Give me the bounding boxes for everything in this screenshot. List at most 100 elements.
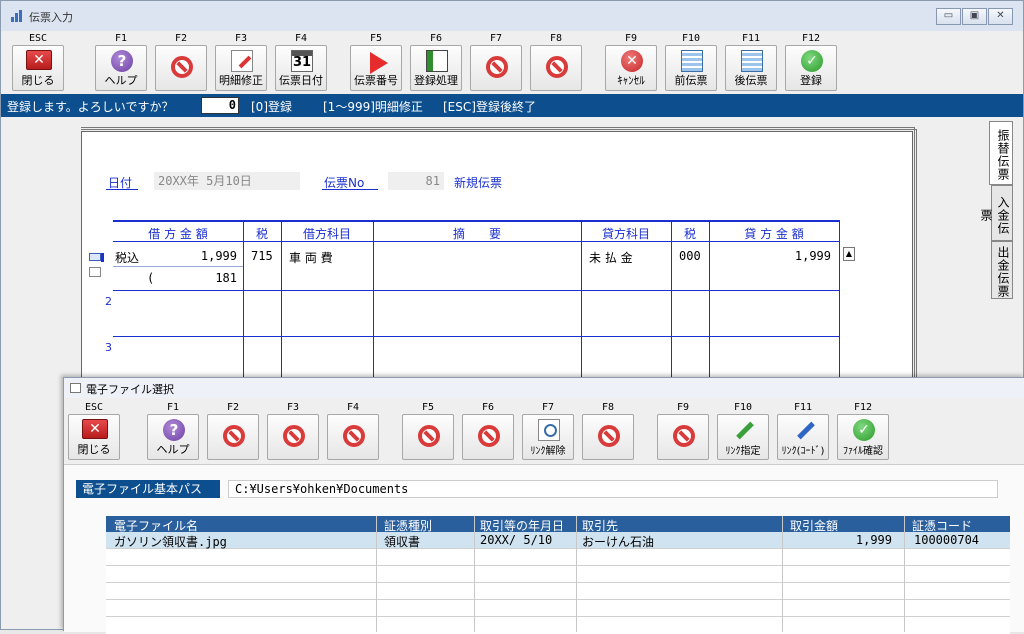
base-path-field[interactable]: C:¥Users¥ohken¥Documents [228, 480, 998, 498]
dialog-title: 電子ファイル選択 [86, 383, 174, 396]
dlg-fkey-f9[interactable]: F9 [655, 400, 711, 462]
dlg-f9-button[interactable] [657, 414, 709, 460]
fkey-f2[interactable]: F2 [153, 31, 209, 93]
table-row[interactable] [106, 617, 1010, 634]
file-check-button[interactable]: ✓ ﾌｧｲﾙ確認 [837, 414, 889, 460]
credit-account[interactable]: 未 払 金 [589, 249, 633, 266]
dlg-f3-button[interactable] [267, 414, 319, 460]
fkey-f10[interactable]: F10 前伝票 [663, 31, 719, 93]
date-field[interactable]: 20XX年 5月10日 [154, 172, 300, 190]
dlg-f6-button[interactable] [462, 414, 514, 460]
tab-withdrawal-voucher[interactable]: 出金伝票 [991, 241, 1013, 299]
dialog-close-button[interactable]: ✕ 閉じる [68, 414, 120, 460]
pencil-icon[interactable] [89, 267, 101, 277]
link-code-button[interactable]: ﾘﾝｸ(ｺｰﾄﾞ) [777, 414, 829, 460]
dlg-fkey-f12[interactable]: F12 ✓ ﾌｧｲﾙ確認 [835, 400, 891, 462]
evidence-type: 領収書 [384, 535, 421, 549]
fkey-f12[interactable]: F12 ✓ 登録 [783, 31, 839, 93]
prompt-hint-edit: [1～999]明細修正 [323, 100, 423, 114]
tab-transfer-voucher[interactable]: 振替伝票 [989, 121, 1013, 185]
help-button[interactable]: ? ヘルプ [95, 45, 147, 91]
link-code-icon [793, 419, 815, 441]
help-icon: ? [163, 419, 185, 441]
confirm-register-button[interactable]: ✓ 登録 [785, 45, 837, 91]
fkey-f5[interactable]: F5 伝票番号 [348, 31, 404, 93]
f7-button[interactable] [470, 45, 522, 91]
fkey-f3[interactable]: F3 明細修正 [213, 31, 269, 93]
help-icon: ? [111, 50, 133, 72]
voucher-number-button[interactable]: 伝票番号 [350, 45, 402, 91]
next-voucher-icon [741, 50, 763, 72]
voucher-entry-window: 伝票入力 ▭ ▣ ✕ ESC ✕ 閉じる F1? ヘルプ F2 F3 明細修正 F4 31… [0, 0, 1024, 634]
fkey-f11[interactable]: F11 後伝票 [723, 31, 779, 93]
table-row[interactable] [106, 566, 1010, 583]
dlg-fkey-f11[interactable]: F11 ﾘﾝｸ(ｺｰﾄﾞ) [775, 400, 831, 462]
minimize-button[interactable]: ▭ [936, 8, 961, 25]
debit-account[interactable]: 車 両 費 [289, 249, 333, 266]
credit-tax-code[interactable]: 000 [679, 249, 701, 263]
cancel-icon: ✕ [621, 50, 643, 72]
fkey-esc[interactable]: ESC ✕ 閉じる [10, 31, 66, 93]
close-button[interactable]: ✕ 閉じる [12, 45, 64, 91]
debit-tax-code[interactable]: 715 [251, 249, 273, 263]
next-voucher-button[interactable]: 後伝票 [725, 45, 777, 91]
evidence-code: 100000704 [914, 533, 980, 547]
disabled-icon [283, 425, 305, 447]
link-assign-button[interactable]: ﾘﾝｸ指定 [717, 414, 769, 460]
fkey-f6[interactable]: F6 登録処理 [408, 31, 464, 93]
header-description: 摘 要 [452, 227, 501, 241]
table-row[interactable] [106, 583, 1010, 600]
dlg-fkey-f10[interactable]: F10 ﾘﾝｸ指定 [715, 400, 771, 462]
close-window-button[interactable]: ✕ [988, 8, 1013, 25]
cancel-button[interactable]: ✕ ｷｬﾝｾﾙ [605, 45, 657, 91]
dlg-fkey-f7[interactable]: F7 ﾘﾝｸ解除 [520, 400, 576, 462]
credit-amount[interactable]: 1,999 [761, 249, 831, 263]
fkey-f7[interactable]: F7 [468, 31, 524, 93]
dlg-fkey-esc[interactable]: ESC ✕ 閉じる [66, 400, 122, 462]
edit-detail-icon [231, 50, 253, 72]
maximize-button[interactable]: ▣ [962, 8, 987, 25]
dlg-f4-button[interactable] [327, 414, 379, 460]
dialog-help-button[interactable]: ? ヘルプ [147, 414, 199, 460]
fkey-f9[interactable]: F9 ✕ ｷｬﾝｾﾙ [603, 31, 659, 93]
table-row[interactable] [106, 549, 1010, 566]
app-icon [11, 10, 25, 22]
prompt-input[interactable]: 0 [201, 97, 239, 114]
link-icon [733, 419, 755, 441]
prompt-bar: 登録します。よろしいですか？ 0 [0]登録 [1～999]明細修正 [ESC]… [1, 94, 1023, 117]
fkey-f8[interactable]: F8 [528, 31, 584, 93]
debit-amount[interactable]: 1,999 [169, 249, 237, 263]
dlg-f8-button[interactable] [582, 414, 634, 460]
scroll-up-icon[interactable]: ▲ [843, 247, 855, 261]
dlg-f5-button[interactable] [402, 414, 454, 460]
dlg-fkey-f5[interactable]: F5 [400, 400, 456, 462]
row-select-icon[interactable] [89, 253, 101, 261]
register-process-button[interactable]: 登録処理 [410, 45, 462, 91]
f2-button[interactable] [155, 45, 207, 91]
dlg-fkey-f4[interactable]: F4 [325, 400, 381, 462]
dlg-fkey-f8[interactable]: F8 [580, 400, 636, 462]
confirm-icon: ✓ [801, 50, 823, 72]
journal-header: 借 方 金 額 税 借方科目 摘 要 貸方科目 税 貸 方 金 額 [113, 220, 839, 242]
voucher-date-button[interactable]: 31 伝票日付 [275, 45, 327, 91]
dlg-f2-button[interactable] [207, 414, 259, 460]
header-credit-amount: 貸 方 金 額 [744, 227, 804, 241]
dlg-fkey-f1[interactable]: F1? ヘルプ [145, 400, 201, 462]
dialog-icon [70, 383, 81, 393]
dlg-fkey-f6[interactable]: F6 [460, 400, 516, 462]
unlink-button[interactable]: ﾘﾝｸ解除 [522, 414, 574, 460]
main-toolbar: ESC ✕ 閉じる F1? ヘルプ F2 F3 明細修正 F4 31 伝票日付 F5 伝票番号… [6, 31, 1020, 93]
fkey-f4[interactable]: F4 31 伝票日付 [273, 31, 329, 93]
tab-deposit-voucher[interactable]: 入金伝票 [979, 185, 1013, 241]
f8-button[interactable] [530, 45, 582, 91]
dlg-fkey-f3[interactable]: F3 [265, 400, 321, 462]
fkey-f1[interactable]: F1? ヘルプ [93, 31, 149, 93]
voucher-no-field[interactable]: 81 [388, 172, 444, 190]
table-row[interactable]: ガソリン領収書.jpg 領収書 20XX/ 5/10 おーけん石油 1,999 … [106, 532, 1010, 549]
prev-voucher-button[interactable]: 前伝票 [665, 45, 717, 91]
file-check-icon: ✓ [853, 419, 875, 441]
table-row[interactable] [106, 600, 1010, 617]
edit-detail-button[interactable]: 明細修正 [215, 45, 267, 91]
dlg-fkey-f2[interactable]: F2 [205, 400, 261, 462]
header-credit-tax: 税 [683, 227, 696, 241]
